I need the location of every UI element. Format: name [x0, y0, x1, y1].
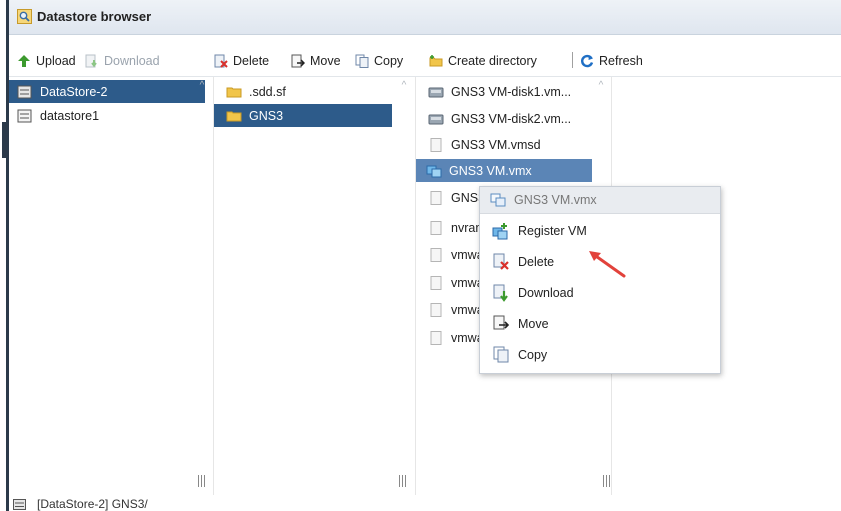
file-label: GNS3 VM.vmx	[449, 163, 532, 178]
copy-button[interactable]: Copy	[355, 52, 403, 70]
file-icon	[430, 220, 442, 235]
create-directory-label: Create directory	[448, 54, 537, 68]
register-vm-label: Register VM	[518, 224, 587, 238]
column-resize-grip[interactable]	[601, 475, 611, 487]
copy-icon	[355, 54, 369, 68]
folder-label: .sdd.sf	[249, 84, 286, 99]
column-resize-grip[interactable]	[196, 475, 206, 487]
delete-icon	[493, 253, 509, 270]
folder-column[interactable]: .sdd.sf GNS3 ^	[213, 77, 416, 495]
datastore-icon	[13, 499, 26, 510]
register-vm-icon	[492, 223, 508, 240]
download-icon	[85, 54, 97, 68]
delete-icon	[214, 54, 228, 68]
copy-menu-item[interactable]: Copy	[480, 341, 720, 369]
download-label: Download	[104, 54, 160, 68]
move-menu-item[interactable]: Move	[480, 310, 720, 338]
file-item[interactable]: GNS3 VM-disk2.vm...	[416, 107, 594, 130]
disk-icon	[428, 114, 444, 124]
file-label: GNS3 VM-disk2.vm...	[451, 111, 572, 126]
file-item-selected[interactable]: GNS3 VM.vmx	[416, 159, 592, 182]
title-bar: Datastore browser	[9, 0, 841, 35]
new-folder-icon	[429, 55, 443, 67]
register-vm-menu-item[interactable]: Register VM	[480, 217, 720, 245]
file-icon	[430, 302, 442, 317]
copy-label: Copy	[374, 54, 404, 68]
file-icon	[430, 137, 442, 152]
move-icon	[493, 315, 510, 330]
copy-menu-label: Copy	[518, 348, 548, 362]
folder-label: GNS3	[249, 108, 284, 123]
delete-button[interactable]: Delete	[214, 52, 269, 70]
file-label: GNS3 VM.vmsd	[451, 137, 541, 152]
refresh-label: Refresh	[599, 54, 643, 68]
move-label: Move	[310, 54, 341, 68]
file-item[interactable]: GNS3 VM.vmsd	[416, 133, 594, 156]
context-menu: GNS3 VM.vmx Register VM Delete Download …	[479, 186, 721, 374]
left-edge	[0, 0, 9, 511]
datastore-label: datastore1	[40, 108, 100, 123]
refresh-icon	[581, 54, 594, 68]
download-button[interactable]: Download	[85, 52, 160, 70]
scroll-up-arrow[interactable]: ^	[399, 81, 409, 91]
toolbar: Upload Download Delete Move Copy Create …	[9, 45, 841, 75]
upload-label: Upload	[36, 54, 76, 68]
refresh-button[interactable]: Refresh	[580, 52, 643, 70]
scroll-up-arrow[interactable]: ^	[596, 81, 606, 91]
red-annotation-arrow	[589, 251, 626, 278]
file-icon	[430, 330, 442, 345]
datastore-column[interactable]: DataStore-2 datastore1 ^	[9, 77, 213, 495]
delete-menu-label: Delete	[518, 255, 555, 269]
datastore-icon	[17, 109, 32, 122]
status-bar: [DataStore-2] GNS3/	[9, 494, 841, 511]
scroll-up-arrow[interactable]: ^	[197, 81, 207, 91]
file-icon	[430, 190, 442, 205]
toolbar-separator	[572, 52, 573, 68]
upload-button[interactable]: Upload	[17, 52, 76, 70]
file-icon	[430, 275, 442, 290]
file-icon	[430, 247, 442, 262]
copy-icon	[493, 346, 509, 363]
move-icon	[291, 54, 305, 68]
folder-icon	[226, 111, 242, 121]
folder-icon	[226, 87, 242, 97]
move-button[interactable]: Move	[291, 52, 341, 70]
file-item[interactable]: GNS3 VM-disk1.vm...	[416, 80, 594, 103]
datastore-item[interactable]: DataStore-2	[9, 80, 205, 103]
download-icon	[493, 284, 508, 302]
folder-item[interactable]: .sdd.sf	[214, 80, 398, 103]
datastore-icon	[17, 85, 32, 98]
window-title: Datastore browser	[37, 9, 152, 24]
delete-label: Delete	[233, 54, 270, 68]
left-edge-notch	[2, 122, 6, 158]
vm-icon	[490, 193, 506, 207]
datastore-item[interactable]: datastore1	[9, 104, 197, 127]
context-menu-title: GNS3 VM.vmx	[514, 193, 597, 207]
datastore-label: DataStore-2	[40, 84, 108, 99]
download-menu-item[interactable]: Download	[480, 279, 720, 307]
context-menu-header: GNS3 VM.vmx	[480, 187, 720, 214]
download-menu-label: Download	[518, 286, 574, 300]
file-label: GNS3 VM-disk1.vm...	[451, 84, 572, 99]
status-path: [DataStore-2] GNS3/	[37, 497, 148, 511]
move-menu-label: Move	[518, 317, 549, 331]
vm-icon	[426, 165, 442, 177]
upload-icon	[18, 55, 30, 67]
folder-item[interactable]: GNS3	[214, 104, 392, 127]
datastore-browser-icon	[17, 9, 32, 24]
create-directory-button[interactable]: Create directory	[429, 52, 537, 70]
column-resize-grip[interactable]	[397, 475, 407, 487]
disk-icon	[428, 87, 444, 97]
